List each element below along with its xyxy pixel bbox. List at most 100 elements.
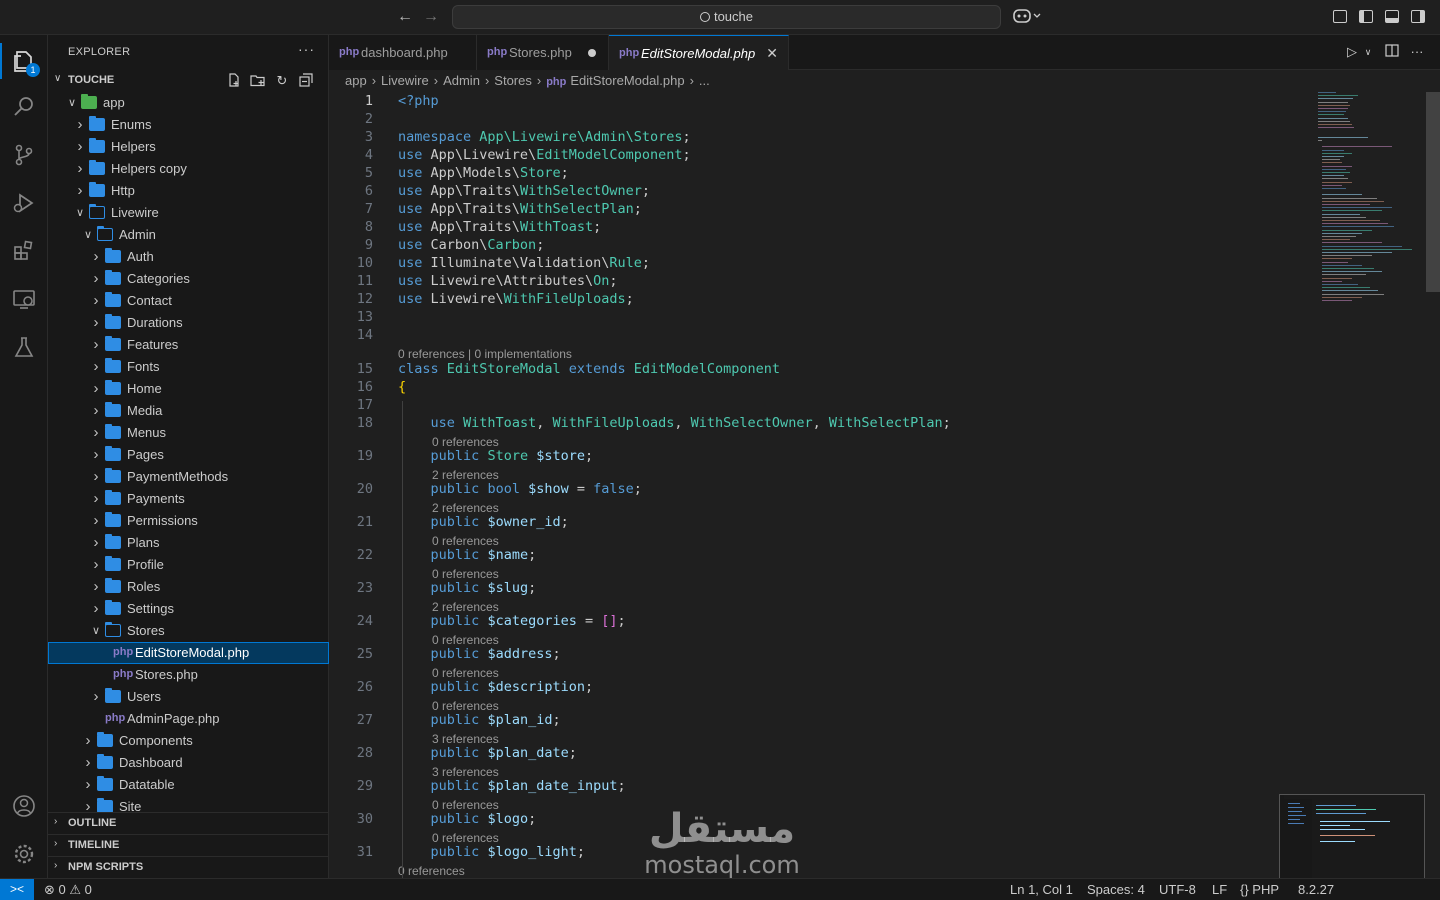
code-lens[interactable]: 0 references	[432, 633, 499, 647]
extensions-icon[interactable]	[0, 229, 48, 273]
code-lens[interactable]: 0 references	[432, 534, 499, 548]
code-lens[interactable]: 2 references	[432, 468, 499, 482]
code-line[interactable]: public bool $show = false;	[398, 481, 642, 497]
toggle-secondary-sidebar-icon[interactable]	[1411, 10, 1425, 23]
chevron-down-icon[interactable]: ∨	[66, 92, 78, 114]
tree-folder[interactable]: › Pages	[48, 444, 329, 466]
code-editor[interactable]: 1 <?php 2 3 namespace App\Livewire\Admin\Sto…	[329, 92, 1440, 878]
code-line[interactable]: public Store $store;	[398, 448, 594, 464]
chevron-right-icon[interactable]: ›	[90, 400, 102, 422]
tree-folder[interactable]: ∨ Stores	[48, 620, 329, 642]
cursor-position[interactable]: Ln 1, Col 1	[1010, 879, 1073, 900]
source-control-icon[interactable]	[0, 133, 48, 177]
code-lens[interactable]: 3 references	[432, 732, 499, 746]
tree-folder[interactable]: › Helpers copy	[48, 158, 329, 180]
chevron-right-icon[interactable]: ›	[90, 686, 102, 708]
chevron-right-icon[interactable]: ›	[82, 752, 94, 774]
code-lens[interactable]: 0 references	[432, 435, 499, 449]
tree-folder[interactable]: › Http	[48, 180, 329, 202]
chevron-right-icon[interactable]: ›	[82, 774, 94, 796]
explorer-icon[interactable]: 1	[0, 39, 48, 83]
chevron-right-icon[interactable]: ›	[74, 114, 86, 136]
tree-folder[interactable]: ∨ app	[48, 92, 329, 114]
problems-indicator[interactable]: ⊗ 0 ⚠ 0	[44, 879, 92, 900]
back-arrow-icon[interactable]: ←	[395, 7, 415, 27]
npm-scripts-section[interactable]: › NPM SCRIPTS	[48, 856, 329, 878]
tree-folder[interactable]: › Media	[48, 400, 329, 422]
workspace-header[interactable]: ∨ TOUCHE ↻	[48, 70, 329, 92]
accounts-icon[interactable]	[0, 784, 48, 828]
code-line[interactable]: public $owner_id;	[398, 514, 569, 530]
outline-section[interactable]: › OUTLINE	[48, 812, 329, 834]
code-line[interactable]: use Livewire\Attributes\On;	[398, 273, 617, 289]
collapse-folders-icon[interactable]	[298, 73, 314, 89]
chevron-right-icon[interactable]: ›	[82, 730, 94, 752]
tree-folder[interactable]: › Roles	[48, 576, 329, 598]
code-line[interactable]: use WithToast, WithFileUploads, WithSele…	[398, 415, 951, 431]
chevron-right-icon[interactable]: ›	[90, 532, 102, 554]
breadcrumb-item[interactable]: Livewire	[381, 73, 429, 88]
chevron-right-icon[interactable]: ›	[74, 180, 86, 202]
code-line[interactable]: use Carbon\Carbon;	[398, 237, 544, 253]
tree-folder[interactable]: ∨ Livewire	[48, 202, 329, 224]
tree-folder[interactable]: › Users	[48, 686, 329, 708]
chevron-down-icon[interactable]: ∨	[82, 224, 94, 246]
breadcrumb-item[interactable]: Stores	[494, 73, 532, 88]
code-line[interactable]: public $slug;	[398, 580, 537, 596]
code-line[interactable]: use App\Traits\WithToast;	[398, 219, 601, 235]
tree-folder[interactable]: › Profile	[48, 554, 329, 576]
tree-folder[interactable]: › Plans	[48, 532, 329, 554]
new-folder-icon[interactable]	[250, 73, 266, 89]
chevron-right-icon[interactable]: ›	[90, 312, 102, 334]
editor-scrollbar[interactable]	[1426, 92, 1440, 292]
code-line[interactable]: use App\Livewire\EditModelComponent;	[398, 147, 691, 163]
breadcrumb-item[interactable]: EditStoreModal.php	[570, 73, 684, 88]
more-actions-icon[interactable]: ···	[1409, 44, 1425, 60]
tree-folder[interactable]: › Menus	[48, 422, 329, 444]
chevron-right-icon[interactable]: ›	[90, 356, 102, 378]
code-line[interactable]: public $plan_date;	[398, 745, 577, 761]
chevron-right-icon[interactable]: ›	[90, 466, 102, 488]
chevron-down-icon[interactable]: ∨	[74, 202, 86, 224]
code-line[interactable]: public $plan_date_input;	[398, 778, 626, 794]
code-line[interactable]: use Illuminate\Validation\Rule;	[398, 255, 650, 271]
code-line[interactable]: public $address;	[398, 646, 561, 662]
tree-folder[interactable]: › Durations	[48, 312, 329, 334]
code-lens[interactable]: 0 references	[432, 798, 499, 812]
code-line[interactable]: use App\Models\Store;	[398, 165, 569, 181]
breadcrumb-item[interactable]: Admin	[443, 73, 480, 88]
code-lens[interactable]: 2 references	[432, 600, 499, 614]
code-lens[interactable]: 0 references	[432, 567, 499, 581]
code-line[interactable]: use Livewire\WithFileUploads;	[398, 291, 634, 307]
tree-file[interactable]: php Stores.php	[48, 664, 329, 686]
tab-editstoremodal[interactable]: php EditStoreModal.php ✕	[609, 35, 789, 70]
code-lens[interactable]: 0 references	[432, 831, 499, 845]
explorer-more-actions-icon[interactable]: ···	[298, 41, 315, 57]
run-and-debug-icon[interactable]	[0, 181, 48, 225]
tree-folder[interactable]: › Settings	[48, 598, 329, 620]
tree-folder[interactable]: › Features	[48, 334, 329, 356]
file-encoding[interactable]: UTF-8	[1159, 879, 1196, 900]
chevron-right-icon[interactable]: ›	[90, 290, 102, 312]
tree-folder[interactable]: › Enums	[48, 114, 329, 136]
code-line[interactable]: public $categories = [];	[398, 613, 626, 629]
split-editor-icon[interactable]	[1384, 44, 1400, 60]
remote-indicator-icon[interactable]: ><	[0, 879, 34, 900]
chevron-right-icon[interactable]: ›	[82, 796, 94, 812]
code-lens[interactable]: 0 references	[398, 864, 465, 878]
chevron-right-icon[interactable]: ›	[74, 158, 86, 180]
tree-file[interactable]: php EditStoreModal.php	[48, 642, 329, 664]
code-line[interactable]: use App\Traits\WithSelectPlan;	[398, 201, 642, 217]
chevron-right-icon[interactable]: ›	[90, 488, 102, 510]
chevron-right-icon[interactable]: ›	[90, 576, 102, 598]
code-line[interactable]: public $logo_light;	[398, 844, 585, 860]
code-line[interactable]: public $description;	[398, 679, 594, 695]
code-line[interactable]: {	[398, 379, 406, 395]
chevron-down-icon[interactable]: ∨	[1360, 44, 1376, 60]
run-file-icon[interactable]: ▷	[1344, 44, 1360, 60]
tree-folder[interactable]: › Components	[48, 730, 329, 752]
tree-folder[interactable]: › PaymentMethods	[48, 466, 329, 488]
tree-folder[interactable]: › Permissions	[48, 510, 329, 532]
chevron-right-icon[interactable]: ›	[90, 378, 102, 400]
chevron-right-icon[interactable]: ›	[90, 598, 102, 620]
